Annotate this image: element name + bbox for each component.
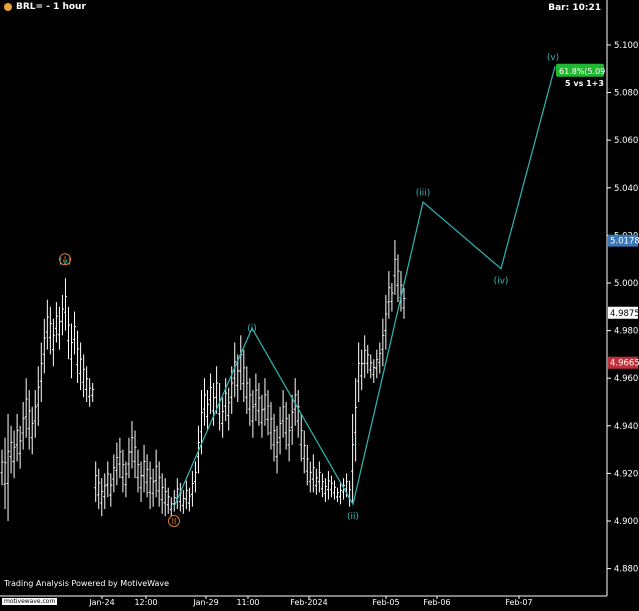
price-axis: 5.10005.08005.06005.04005.02005.00004.98…	[606, 0, 639, 596]
wave-label-text: (v)	[547, 53, 559, 63]
time-tick-label: Feb-07	[505, 598, 532, 607]
symbol-status-dot-icon	[4, 3, 12, 11]
time-tick-label: Jan-24	[88, 598, 114, 607]
time-axis: Jan-24 12:00 Jan-29 11:00 Feb-2024 Feb-05 Feb-…	[0, 595, 607, 607]
credit-text: Trading Analysis Powered by MotiveWave	[4, 579, 170, 588]
price-label-text: 4.9665	[610, 359, 639, 369]
wave-label-text: (iv)	[494, 277, 509, 287]
price-tick-label: 4.9000	[614, 517, 639, 527]
price-tick-label: 5.1000	[614, 41, 639, 51]
price-tick-label: 5.0000	[614, 279, 639, 289]
price-label-text: 4.9875	[610, 309, 639, 319]
price-label-text: 5.0178	[610, 237, 639, 247]
price-tick-label: 4.9200	[614, 469, 639, 479]
projection-box-text: 61.8%(5.09	[559, 67, 605, 76]
time-tick-label: Feb-06	[423, 598, 450, 607]
wave-labels: (v)III(i)(ii)(iii)(iv)(v)	[59, 53, 559, 527]
bar-time-label: Bar: 10:21	[548, 3, 601, 13]
price-label-boxes: 5.0178 4.9875 4.9665 61.8%(5.09 5 vs 1+3	[556, 63, 639, 369]
wave-label-text: I	[64, 255, 66, 264]
time-tick-label: Feb-05	[372, 598, 399, 607]
price-chart-svg[interactable]: (v)III(i)(ii)(iii)(iv)(v) 5.10005.08005.…	[0, 0, 639, 607]
price-bars	[0, 240, 406, 521]
wave-label-text: (i)	[247, 324, 257, 334]
symbol-title-group: BRL= - 1 hour	[4, 2, 86, 12]
time-tick-label: Feb-2024	[290, 598, 327, 607]
watermark-text: motivewave.com	[2, 598, 58, 605]
price-tick-label: 4.9600	[614, 374, 639, 384]
price-tick-label: 4.9400	[614, 422, 639, 432]
time-tick-label: 11:00	[236, 598, 259, 607]
wave-label-text: (iii)	[416, 189, 431, 199]
price-tick-label: 4.8800	[614, 565, 639, 575]
time-tick-label: Jan-29	[192, 598, 218, 607]
chart-area[interactable]: (v)III(i)(ii)(iii)(iv)(v) 5.10005.08005.…	[0, 0, 639, 607]
symbol-title: BRL= - 1 hour	[16, 2, 86, 12]
wave-label-text: (ii)	[347, 512, 359, 522]
price-tick-label: 5.0400	[614, 184, 639, 194]
time-tick-label: 12:00	[134, 598, 157, 607]
wave-label-text: II	[172, 517, 177, 526]
projection-note: 5 vs 1+3	[565, 79, 604, 88]
price-tick-label: 4.9800	[614, 327, 639, 337]
price-tick-label: 5.0800	[614, 89, 639, 99]
price-tick-label: 5.0600	[614, 136, 639, 146]
